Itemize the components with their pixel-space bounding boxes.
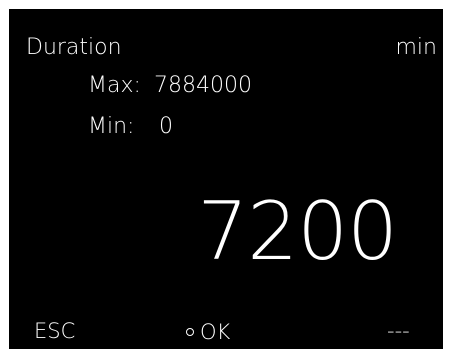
ok-label: OK	[200, 319, 231, 344]
rotary-dial-icon	[186, 328, 194, 336]
parameter-name: Duration	[26, 35, 122, 60]
softkey-bar: ESC OK ---	[9, 321, 443, 347]
min-label: Min:	[88, 114, 135, 139]
parameter-edit-screen: Duration min Max: 7884000 Min: 0 7200 ES…	[9, 9, 443, 349]
esc-button[interactable]: ESC	[34, 321, 75, 342]
unit-label: min	[395, 35, 438, 60]
min-value: 0	[159, 114, 173, 139]
max-value: 7884000	[154, 73, 252, 98]
right-softkey[interactable]: ---	[387, 321, 410, 342]
ok-button[interactable]: OK	[186, 321, 230, 343]
max-label: Max:	[88, 73, 141, 98]
value-display[interactable]: 7200	[197, 192, 398, 272]
